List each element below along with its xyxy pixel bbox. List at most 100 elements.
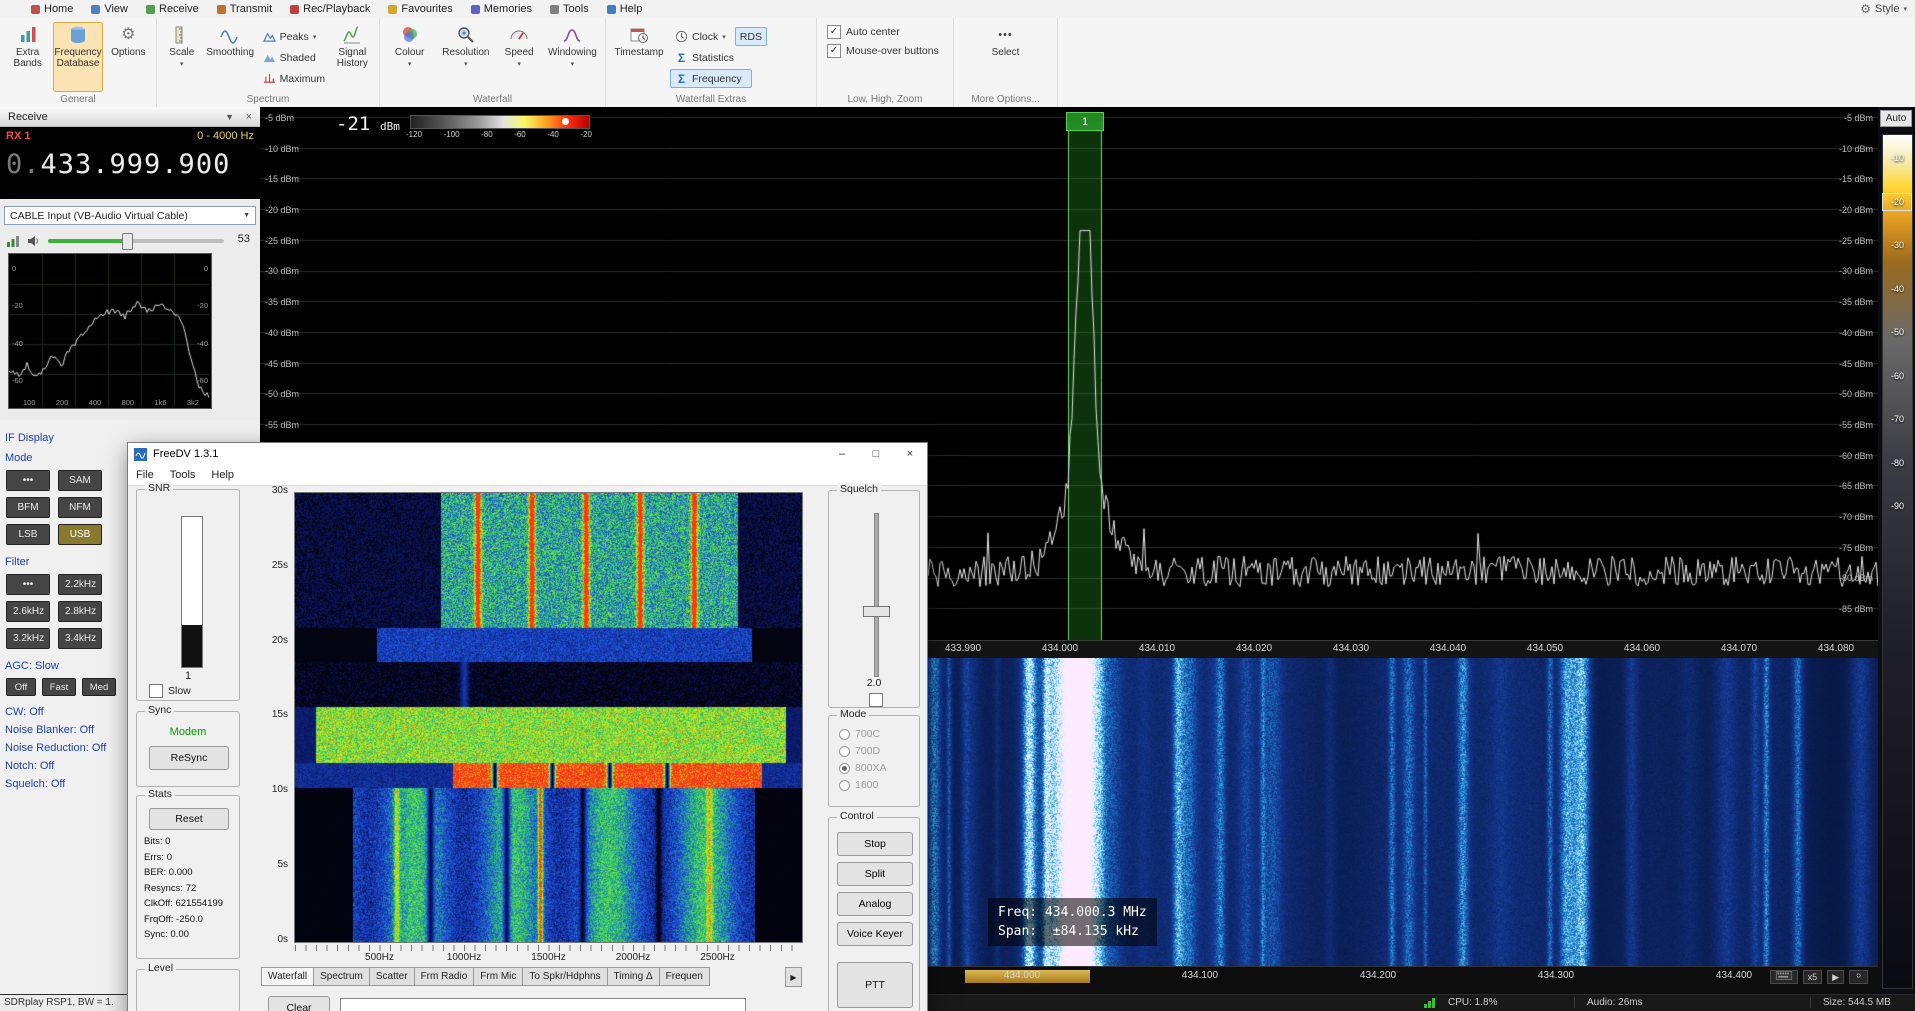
extra-bands-button[interactable]: Extra Bands (4, 22, 51, 92)
freedv-title-bar[interactable]: FreeDV 1.3.1 – □ × (128, 443, 927, 465)
auto-button[interactable]: Auto (1880, 110, 1912, 127)
squelch-checkbox[interactable] (869, 693, 883, 707)
menu-item-receive[interactable]: Receive (137, 0, 208, 18)
ptt-button[interactable]: PTT (837, 962, 913, 1008)
filter-button-3-2khz[interactable]: 3.2kHz (6, 628, 50, 649)
mode-button-bfm[interactable]: BFM (6, 497, 50, 518)
mode-button-lsb[interactable]: LSB (6, 524, 50, 545)
agc-button-med[interactable]: Med (82, 678, 116, 696)
mode-radio-1600[interactable]: 1600 (839, 779, 878, 791)
tab-waterfall[interactable]: Waterfall (261, 967, 314, 986)
filter-button-2-8khz[interactable]: 2.8kHz (58, 601, 102, 622)
signal-marker[interactable]: 1 (1066, 112, 1104, 131)
menu-tools[interactable]: Tools (162, 469, 204, 481)
scroll-right-button[interactable]: ▶ (1827, 970, 1844, 984)
tab-timing[interactable]: Timing Δ (608, 967, 660, 986)
control-button-voice-keyer[interactable]: Voice Keyer (837, 922, 913, 946)
agc-button-fast[interactable]: Fast (42, 678, 76, 696)
tab-frm-radio[interactable]: Frm Radio (415, 967, 475, 986)
squelch-slider-handle[interactable] (863, 606, 890, 617)
mode-button-sam[interactable]: SAM (58, 470, 102, 491)
rds-button[interactable]: RDS (735, 27, 767, 46)
menu-item-transmit[interactable]: Transmit (208, 0, 281, 18)
clear-button[interactable]: Clear (268, 996, 330, 1011)
palette-marker[interactable] (562, 118, 569, 125)
speed-button[interactable]: Speed ▾ (496, 22, 541, 92)
tab-spectrum[interactable]: Spectrum (314, 967, 370, 986)
tuned-frequency[interactable]: 0.433.999.900 (6, 149, 230, 180)
windowing-button[interactable]: Windowing ▾ (544, 22, 601, 92)
snr-slow-checkbox[interactable]: Slow (149, 684, 191, 698)
tab-frequen[interactable]: Frequen (660, 967, 710, 986)
mode-radio-800xa[interactable]: 800XA (839, 762, 887, 774)
keyboard-entry-button[interactable] (1770, 970, 1798, 984)
maximize-button[interactable]: □ (859, 443, 893, 465)
colour-button[interactable]: Colour ▾ (384, 22, 435, 92)
mode-button-nfm[interactable]: NFM (58, 497, 102, 518)
menu-item-tools[interactable]: Tools (541, 0, 598, 18)
dsp-status-noise-reduction-off[interactable]: Noise Reduction: Off (5, 742, 106, 760)
filter-button-3-4khz[interactable]: 3.4kHz (58, 628, 102, 649)
smoothing-button[interactable]: Smoothing (205, 22, 256, 92)
menu-help[interactable]: Help (203, 469, 242, 481)
palette-legend[interactable] (410, 115, 590, 129)
maximum-button[interactable]: Maximum (258, 69, 328, 88)
audio-input-select[interactable]: CABLE Input (VB-Audio Virtual Cable) ▼ (4, 206, 256, 225)
freedv-text-input[interactable] (340, 998, 746, 1011)
tab-frm-mic[interactable]: Frm Mic (474, 967, 523, 986)
options-button[interactable]: ⚙ Options (105, 22, 152, 92)
menu-item-memories[interactable]: Memories (462, 0, 541, 18)
peaks-button[interactable]: Peaks ▾ (258, 27, 328, 46)
volume-slider-handle[interactable] (122, 233, 133, 250)
scale-button[interactable]: Scale ▾ (161, 22, 203, 92)
resolution-button[interactable]: Resolution ▾ (437, 22, 494, 92)
menu-item-rec-playback[interactable]: Rec/Playback (281, 0, 379, 18)
menu-item-favourites[interactable]: Favourites (379, 0, 461, 18)
filter-button-2-2khz[interactable]: 2.2kHz (58, 574, 102, 595)
menu-item-view[interactable]: View (82, 0, 137, 18)
mode-radio-700d[interactable]: 700D (839, 745, 880, 757)
tab-scroll-button[interactable]: ▶ (785, 967, 802, 987)
timestamp-button[interactable]: Timestamp (610, 22, 668, 92)
control-button-analog[interactable]: Analog (837, 892, 913, 916)
clock-button[interactable]: Clock ▾ (670, 27, 731, 46)
dsp-status-notch-off[interactable]: Notch: Off (5, 760, 106, 778)
control-button-split[interactable]: Split (837, 862, 913, 886)
statistics-button[interactable]: Σ Statistics (670, 48, 810, 67)
mode-button-usb[interactable]: USB (58, 524, 102, 545)
mode-button-[interactable]: ••• (6, 470, 50, 491)
style-selector[interactable]: ⚙ Style ▾ (1860, 0, 1907, 18)
minimize-button[interactable]: – (825, 443, 859, 465)
filter-button-[interactable]: ••• (6, 574, 50, 595)
frequency-display[interactable]: RX 1 0 - 4000 Hz 0.433.999.900 (0, 127, 260, 199)
reset-button[interactable]: Reset (149, 808, 229, 830)
select-button[interactable]: ••• Select (977, 22, 1035, 92)
frequency-database-button[interactable]: Frequency Database (53, 22, 102, 92)
signal-history-button[interactable]: Signal History (330, 22, 375, 92)
agc-button-off[interactable]: Off (6, 678, 36, 696)
menu-item-help[interactable]: Help (598, 0, 652, 18)
receive-panel-header[interactable]: Receive ▼ × (0, 107, 260, 127)
tab-scatter[interactable]: Scatter (370, 967, 415, 986)
pin-icon[interactable]: ▼ (225, 107, 234, 127)
dsp-status-noise-blanker-off[interactable]: Noise Blanker: Off (5, 724, 106, 742)
filter-button-2-6khz[interactable]: 2.6kHz (6, 601, 50, 622)
auto-center-checkbox[interactable]: ✓ Auto center (827, 22, 949, 41)
dsp-status-squelch-off[interactable]: Squelch: Off (5, 778, 106, 796)
tab-to-spkr-hdphns[interactable]: To Spkr/Hdphns (523, 967, 607, 986)
refresh-button[interactable] (1849, 970, 1868, 984)
speaker-icon[interactable] (26, 234, 40, 248)
control-button-stop[interactable]: Stop (837, 832, 913, 856)
shaded-button[interactable]: Shaded (258, 48, 328, 67)
resync-button[interactable]: ReSync (149, 746, 229, 770)
squelch-slider[interactable] (874, 513, 879, 677)
volume-slider[interactable] (48, 239, 224, 243)
freedv-window[interactable]: FreeDV 1.3.1 – □ × FileToolsHelp SNR 1 S… (127, 442, 928, 1011)
dsp-status-cw-off[interactable]: CW: Off (5, 706, 106, 724)
palette-scale[interactable]: -10-20-30-40-50-60-70-80-90 (1882, 134, 1913, 989)
frequency-button[interactable]: Σ Frequency (670, 69, 752, 88)
close-button[interactable]: × (893, 443, 927, 465)
mouse-over-buttons-checkbox[interactable]: ✓ Mouse-over buttons (827, 41, 949, 60)
close-icon[interactable]: × (246, 107, 252, 127)
menu-file[interactable]: File (128, 469, 162, 481)
